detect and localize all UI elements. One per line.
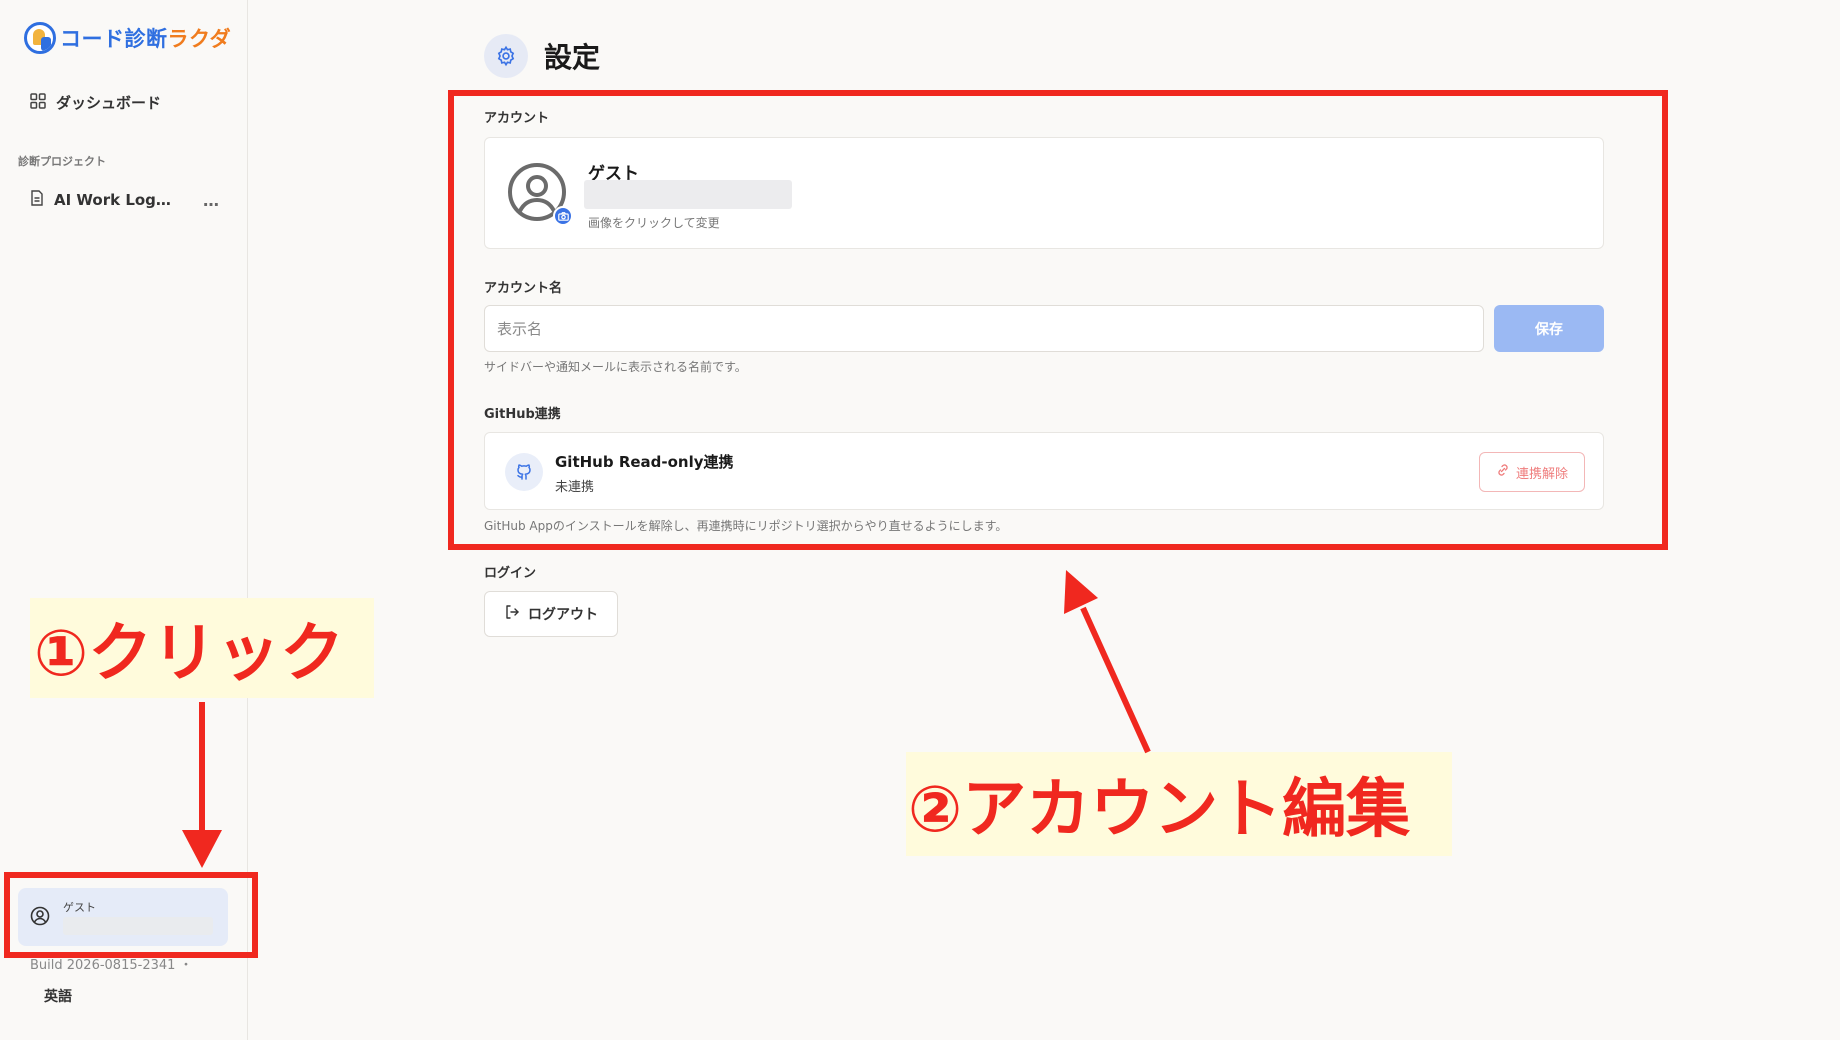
logout-button[interactable]: ログアウト (484, 591, 618, 637)
document-icon (30, 190, 44, 210)
annotation-arrow-up (1064, 570, 1151, 754)
app-logo[interactable]: コード診断ラクダ (24, 22, 231, 54)
annotation-highlight-settings (448, 90, 1668, 550)
annotation-step-1: ①クリック (30, 598, 374, 698)
more-options-icon[interactable]: … (203, 191, 220, 210)
sidebar-item-project[interactable]: AI Work Log… … (30, 190, 220, 210)
sidebar-item-dashboard[interactable]: ダッシュボード (30, 92, 161, 113)
page-title: 設定 (544, 41, 601, 74)
logout-icon (504, 604, 520, 624)
login-section-label: ログイン (484, 566, 537, 581)
page-header: 設定 (484, 34, 600, 78)
annotation-highlight-user (4, 872, 258, 958)
language-toggle[interactable]: 英語 (44, 986, 72, 1006)
app-name: コード診断ラクダ (60, 27, 232, 51)
gear-icon (484, 34, 528, 78)
dashboard-grid-icon (30, 92, 46, 113)
camel-logo-icon (24, 22, 56, 54)
annotation-step-2: ②アカウント編集 (906, 752, 1452, 856)
project-section-heading: 診断プロジェクト (18, 155, 106, 168)
sidebar-item-label: AI Work Log… (54, 191, 171, 209)
logout-label: ログアウト (528, 607, 598, 623)
sidebar-item-label: ダッシュボード (56, 94, 162, 112)
